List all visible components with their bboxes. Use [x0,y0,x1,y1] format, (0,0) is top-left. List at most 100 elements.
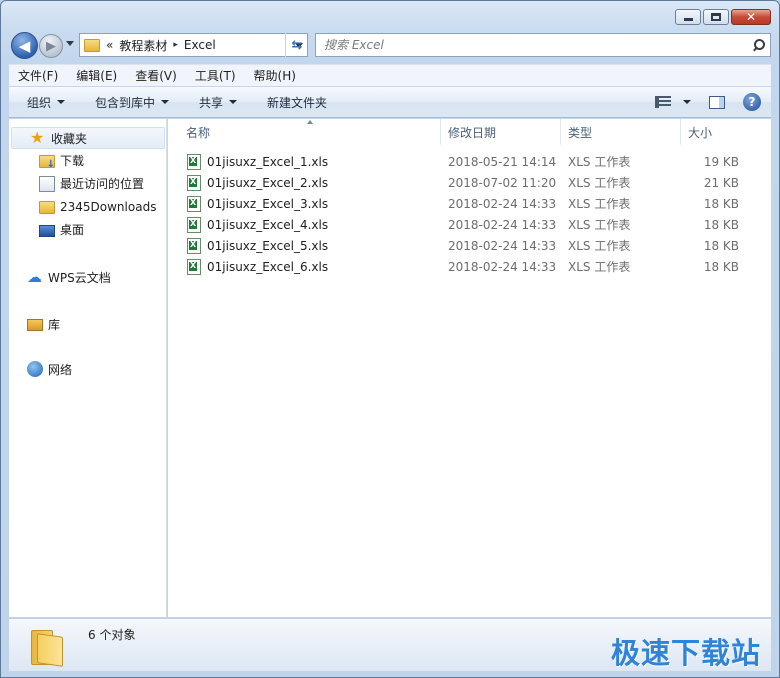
sidebar-item-label: 收藏夹 [51,131,88,146]
file-row[interactable]: 01jisuxz_Excel_5.xls 2018-02-24 14:33 XL… [168,235,771,256]
sidebar-item-label: 2345Downloads [60,199,157,214]
file-type: XLS 工作表 [568,155,631,169]
share-button[interactable]: 共享 [179,87,247,117]
file-list: 01jisuxz_Excel_1.xls 2018-05-21 14:14 XL… [168,151,771,277]
close-icon: ✕ [745,10,757,24]
network-icon [27,361,43,377]
command-bar: 组织 包含到库中 共享 新建文件夹 ? [9,87,771,118]
new-folder-button[interactable]: 新建文件夹 [247,87,337,117]
downloads-folder-icon [39,155,55,170]
file-type: XLS 工作表 [568,260,631,274]
column-name[interactable]: 名称 [168,119,441,145]
column-date-label: 修改日期 [448,125,497,140]
search-input[interactable] [324,38,748,52]
sidebar-item-2345downloads[interactable]: 2345Downloads [9,195,167,218]
file-name: 01jisuxz_Excel_4.xls [207,217,329,232]
refresh-icon: ⇆ [291,37,303,53]
breadcrumb-item[interactable]: Excel [184,38,216,52]
file-size: 21 KB [703,175,739,190]
breadcrumb-item[interactable]: 教程素材 [119,37,167,54]
excel-file-icon [187,195,201,212]
sidebar-item-label: 下载 [60,154,85,168]
maximize-icon [711,13,721,21]
back-arrow-icon: ◀ [18,36,31,55]
file-name: 01jisuxz_Excel_2.xls [207,175,329,190]
help-icon[interactable]: ? [743,93,761,111]
favorites-group: ★ 收藏夹 下载 最近访问的位置 2345Downloads 桌面 [9,127,167,241]
file-name-cell: 01jisuxz_Excel_4.xls [168,216,441,233]
close-button[interactable]: ✕ [731,9,771,25]
file-name-cell: 01jisuxz_Excel_3.xls [168,195,441,212]
file-size: 19 KB [703,154,739,169]
explorer-window: ✕ ◀ ▶ « 教程素材 ▸ Excel ⇆ 文件(F) 编辑(E) 查看(V)… [0,0,780,678]
navigation-pane: ★ 收藏夹 下载 最近访问的位置 2345Downloads 桌面 ☁ [9,119,167,617]
sidebar-item-network[interactable]: 网络 [9,358,167,380]
column-size[interactable]: 大小 [681,119,751,145]
menu-view[interactable]: 查看(V) [126,67,186,84]
file-row[interactable]: 01jisuxz_Excel_6.xls 2018-02-24 14:33 XL… [168,256,771,277]
breadcrumb-overflow[interactable]: « [106,38,113,52]
file-date: 2018-02-24 14:33 [448,238,557,253]
sidebar-item-favorites[interactable]: ★ 收藏夹 [11,127,165,149]
menu-help[interactable]: 帮助(H) [245,67,305,84]
star-icon: ★ [30,128,45,147]
forward-button[interactable]: ▶ [39,34,63,58]
sidebar-item-label: WPS云文档 [48,270,111,285]
column-date[interactable]: 修改日期 [441,119,561,145]
file-size: 18 KB [703,238,739,253]
chevron-down-icon [161,100,170,104]
column-type[interactable]: 类型 [561,119,681,145]
column-size-label: 大小 [688,125,713,140]
maximize-button[interactable] [703,9,729,25]
forward-arrow-icon: ▶ [46,38,56,54]
column-header: 名称 修改日期 类型 大小 [168,119,771,145]
search-box[interactable] [315,33,771,57]
view-options-dropdown[interactable] [683,100,691,104]
sidebar-item-wps-cloud[interactable]: ☁ WPS云文档 [9,266,167,288]
sidebar-item-desktop[interactable]: 桌面 [9,218,167,241]
recent-pages-dropdown[interactable] [66,41,74,46]
file-type: XLS 工作表 [568,176,631,190]
sidebar-item-label: 库 [48,317,61,332]
back-button[interactable]: ◀ [11,32,38,59]
breadcrumb-separator-icon[interactable]: ▸ [173,40,178,50]
file-row[interactable]: 01jisuxz_Excel_1.xls 2018-05-21 14:14 XL… [168,151,771,172]
sidebar-item-downloads[interactable]: 下载 [9,149,167,172]
minimize-button[interactable] [675,9,701,25]
folder-icon [39,201,55,214]
excel-file-icon [187,258,201,275]
address-bar[interactable]: « 教程素材 ▸ Excel [79,33,308,57]
search-icon[interactable] [748,34,770,56]
file-date: 2018-05-21 14:14 [448,154,557,169]
organize-label: 组织 [27,95,52,110]
library-icon [27,319,43,331]
include-in-library-button[interactable]: 包含到库中 [75,87,179,117]
sidebar-item-label: 最近访问的位置 [60,177,145,191]
file-type: XLS 工作表 [568,218,631,232]
chevron-down-icon [57,100,66,104]
sidebar-item-recent-places[interactable]: 最近访问的位置 [9,172,167,195]
change-view-icon[interactable] [655,96,671,108]
new-folder-label: 新建文件夹 [267,95,328,110]
file-row[interactable]: 01jisuxz_Excel_2.xls 2018-07-02 11:20 XL… [168,172,771,193]
menu-edit[interactable]: 编辑(E) [67,67,126,84]
file-row[interactable]: 01jisuxz_Excel_3.xls 2018-02-24 14:33 XL… [168,193,771,214]
view-controls: ? [655,87,771,117]
column-name-label: 名称 [186,125,211,140]
sidebar-item-libraries[interactable]: 库 [9,313,167,335]
file-size: 18 KB [703,259,739,274]
preview-pane-icon[interactable] [709,95,725,109]
menu-tools[interactable]: 工具(T) [186,67,245,84]
file-name: 01jisuxz_Excel_3.xls [207,196,329,211]
file-name-cell: 01jisuxz_Excel_5.xls [168,237,441,254]
file-size: 18 KB [703,217,739,232]
menu-file[interactable]: 文件(F) [9,67,67,84]
file-row[interactable]: 01jisuxz_Excel_4.xls 2018-02-24 14:33 XL… [168,214,771,235]
organize-button[interactable]: 组织 [9,87,75,117]
excel-file-icon [187,216,201,233]
file-date: 2018-02-24 14:33 [448,217,557,232]
refresh-button[interactable]: ⇆ [285,33,308,57]
sidebar-item-label: 网络 [48,362,73,377]
file-name: 01jisuxz_Excel_1.xls [207,154,329,169]
excel-file-icon [187,153,201,170]
